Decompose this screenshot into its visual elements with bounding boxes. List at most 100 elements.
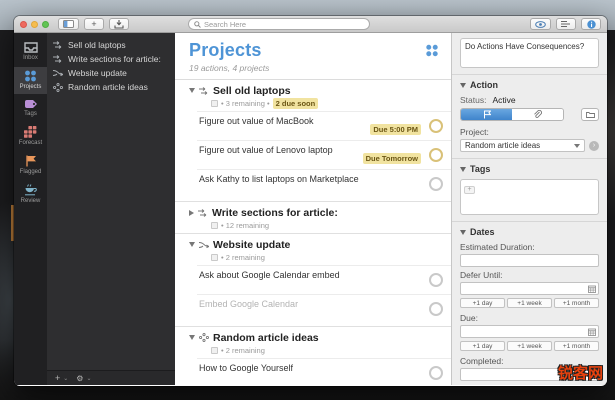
parallel-project-icon	[53, 70, 63, 77]
tags-section-header[interactable]: Tags	[460, 164, 599, 174]
task-row[interactable]: Embed Google Calendar	[197, 294, 451, 323]
task-row[interactable]: Ask Kathy to list laptops on Marketplace	[197, 169, 451, 198]
project-row-write-sections[interactable]: Write sections for article:	[47, 52, 175, 66]
sequential-project-icon	[198, 208, 207, 217]
zoom-button[interactable]	[42, 20, 49, 28]
sidebar-item-tags[interactable]: Tags	[14, 96, 47, 121]
single-actions-icon	[199, 333, 209, 342]
plus-one-day-button[interactable]: +1 day	[460, 298, 505, 308]
plus-one-week-button[interactable]: +1 week	[507, 341, 552, 351]
action-section-header[interactable]: Action	[460, 80, 599, 90]
project-row-sell-old-laptops[interactable]: Sell old laptops	[47, 38, 175, 52]
project-dropdown[interactable]: Random article ideas	[460, 139, 585, 152]
close-button[interactable]	[20, 20, 27, 28]
disclosure-triangle-icon[interactable]	[189, 335, 195, 340]
list-options-icon	[561, 20, 570, 28]
project-folder-button[interactable]	[581, 108, 599, 121]
sync-button[interactable]	[109, 18, 129, 30]
project-group-title: Random article ideas	[213, 331, 319, 344]
minimize-button[interactable]	[31, 20, 38, 28]
task-title: Ask about Google Calendar embed	[199, 270, 340, 280]
sidebar-item-projects[interactable]: Projects	[14, 67, 47, 94]
window-toolbar: + Search Here	[14, 16, 607, 33]
review-cup-icon	[24, 184, 37, 196]
project-dropdown-row: Random article ideas ›	[460, 139, 599, 152]
sidebar-item-inbox[interactable]: Inbox	[14, 39, 47, 65]
sidebar-toggle-button[interactable]	[58, 18, 79, 30]
sequential-project-icon	[53, 41, 62, 49]
disclosure-triangle-icon[interactable]	[189, 242, 195, 247]
project-row-random-article-ideas[interactable]: Random article ideas	[47, 80, 175, 94]
complete-checkbox[interactable]	[429, 366, 443, 380]
view-eye-button[interactable]	[530, 18, 551, 30]
projects-dots-icon	[25, 70, 36, 82]
section-title: Dates	[470, 227, 495, 237]
plus-one-month-button[interactable]: +1 month	[554, 341, 599, 351]
forecast-grid-icon	[24, 126, 37, 138]
plus-one-day-button[interactable]: +1 day	[460, 341, 505, 351]
settings-button[interactable]: ⚙	[76, 374, 83, 383]
task-row[interactable]: How to Google Yourself	[197, 358, 451, 385]
task-title: Embed Google Calendar	[199, 299, 299, 309]
inspector-info-button[interactable]	[581, 18, 601, 30]
plus-one-month-button[interactable]: +1 month	[554, 298, 599, 308]
sidebar-bottom-bar: + ⌄ ⚙ ⌄	[47, 370, 175, 385]
sidebar-item-label: Flagged	[19, 169, 42, 175]
tags-field[interactable]: +	[460, 179, 599, 215]
project-group-meta: • 12 remaining	[211, 220, 451, 230]
project-group-header[interactable]: Random article ideas	[189, 331, 451, 344]
complete-checkbox[interactable]	[429, 177, 443, 191]
add-item-button[interactable]: +	[84, 18, 104, 30]
task-row[interactable]: Ask about Google Calendar embed	[197, 265, 451, 294]
view-options-button[interactable]	[556, 18, 576, 30]
flag-toggle-button[interactable]	[461, 109, 512, 120]
complete-checkbox[interactable]	[429, 302, 443, 316]
disclosure-triangle-icon[interactable]	[189, 88, 195, 93]
complete-checkbox[interactable]	[429, 119, 443, 133]
project-group-header[interactable]: Write sections for article:	[189, 206, 451, 219]
dates-section-header[interactable]: Dates	[460, 227, 599, 237]
divider	[452, 221, 607, 222]
sidebar-item-forecast[interactable]: Forecast	[14, 123, 47, 150]
eye-icon	[535, 20, 546, 28]
search-input[interactable]: Search Here	[188, 18, 370, 30]
project-list: Sell old laptops Write sections for arti…	[47, 33, 175, 94]
disclosure-triangle-icon[interactable]	[189, 209, 194, 216]
task-row[interactable]: Figure out value of MacBook Due 5:00 PM	[197, 111, 451, 140]
task-row[interactable]: Figure out value of Lenovo laptop Due To…	[197, 140, 451, 169]
due-badge: Due Tomorrow	[362, 153, 421, 164]
complete-checkbox[interactable]	[429, 148, 443, 162]
project-group-meta: • 2 remaining	[211, 345, 451, 355]
main-header-text: Projects 19 actions, 4 projects	[189, 40, 269, 73]
sidebar-item-review[interactable]: Review	[14, 181, 47, 208]
project-row-website-update[interactable]: Website update	[47, 66, 175, 80]
defer-until-field[interactable]	[460, 282, 599, 295]
plus-one-week-button[interactable]: +1 week	[507, 298, 552, 308]
project-group: Sell old laptops • 3 remaining • 2 due s…	[175, 80, 451, 198]
calendar-icon[interactable]	[588, 328, 596, 336]
complete-checkbox[interactable]	[429, 273, 443, 287]
remaining-count: • 12 remaining	[221, 220, 270, 230]
disclosure-triangle-icon[interactable]	[460, 166, 466, 172]
project-group: Random article ideas • 2 remaining How t…	[175, 326, 451, 385]
attachment-toggle-button[interactable]	[512, 109, 563, 120]
estimated-duration-field[interactable]	[460, 254, 599, 267]
due-field[interactable]	[460, 325, 599, 338]
remaining-count: • 3 remaining •	[221, 98, 270, 108]
calendar-icon[interactable]	[588, 285, 596, 293]
project-group-header[interactable]: Sell old laptops	[189, 84, 451, 97]
project-group-header[interactable]: Website update	[189, 238, 451, 251]
task-title-field[interactable]: Do Actions Have Consequences?	[460, 38, 599, 68]
folder-icon	[585, 112, 595, 118]
paperclip-icon	[534, 110, 542, 118]
add-tag-button[interactable]: +	[464, 185, 475, 194]
sequential-project-icon	[199, 86, 208, 95]
disclosure-triangle-icon[interactable]	[460, 82, 466, 88]
sidebar-item-flagged[interactable]: Flagged	[14, 152, 47, 179]
disclosure-triangle-icon[interactable]	[460, 229, 466, 235]
add-project-button[interactable]: +	[55, 373, 60, 383]
project-row-label: Write sections for article:	[68, 54, 161, 64]
status-checkbox-icon	[211, 221, 218, 229]
go-to-project-button[interactable]: ›	[589, 140, 599, 151]
